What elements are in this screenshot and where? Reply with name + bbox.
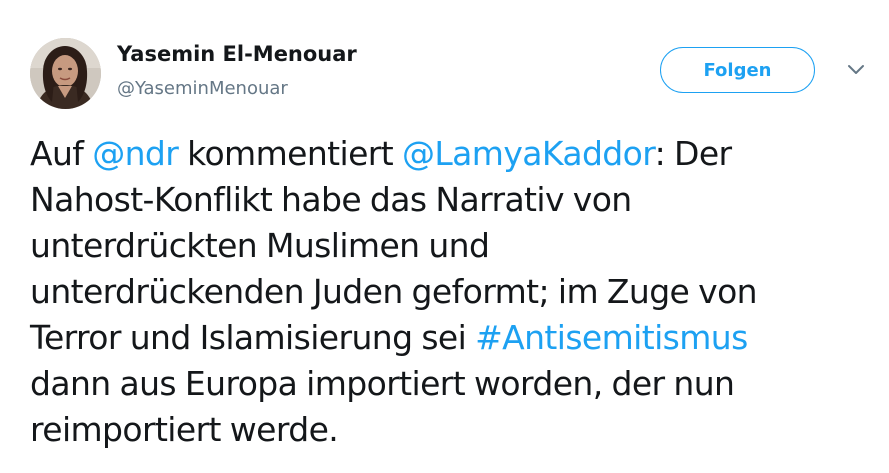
- tweet-text-line: unterdrückten Muslimen und: [30, 223, 880, 269]
- tweet-text-segment: kommentiert: [178, 134, 402, 173]
- avatar[interactable]: [30, 38, 101, 109]
- tweet-text-line: reimportiert werde.: [30, 407, 880, 453]
- mention-link[interactable]: @ndr: [92, 134, 179, 173]
- tweet-text-line: Auf @ndr kommentiert @LamyaKaddor: Der: [30, 131, 880, 177]
- tweet-text-line: unterdrückenden Juden geformt; im Zuge v…: [30, 269, 880, 315]
- follow-button-label: Folgen: [703, 59, 772, 81]
- follow-button[interactable]: Folgen: [660, 47, 815, 93]
- mention-link[interactable]: @LamyaKaddor: [402, 134, 655, 173]
- tweet-text-segment: Auf: [30, 134, 93, 173]
- tweet-text-segment: unterdrückenden Juden geformt; im Zuge v…: [30, 272, 758, 311]
- tweet-card: Yasemin El-Menouar @YaseminMenouar Folge…: [0, 0, 889, 473]
- tweet-text-segment: unterdrückten Muslimen und: [30, 226, 490, 265]
- avatar-photo: [30, 38, 101, 109]
- author-name[interactable]: Yasemin El-Menouar: [117, 42, 357, 66]
- tweet-text-segment: reimportiert werde.: [30, 410, 339, 449]
- tweet-text-line: Terror und Islamisierung sei #Antisemiti…: [30, 315, 880, 361]
- chevron-down-icon[interactable]: [845, 62, 867, 78]
- tweet-text: Auf @ndr kommentiert @LamyaKaddor: Der Na…: [30, 131, 880, 453]
- author-handle[interactable]: @YaseminMenouar: [117, 78, 288, 99]
- tweet-text-segment: Nahost-Konflikt habe das Narrativ von: [30, 180, 632, 219]
- tweet-text-segment: Terror und Islamisierung sei: [30, 318, 476, 357]
- tweet-text-segment: : Der: [654, 134, 732, 173]
- hashtag-link[interactable]: #Antisemitismus: [475, 318, 748, 357]
- tweet-text-segment: dann aus Europa importiert worden, der n…: [30, 364, 735, 403]
- tweet-text-line: dann aus Europa importiert worden, der n…: [30, 361, 880, 407]
- tweet-text-line: Nahost-Konflikt habe das Narrativ von: [30, 177, 880, 223]
